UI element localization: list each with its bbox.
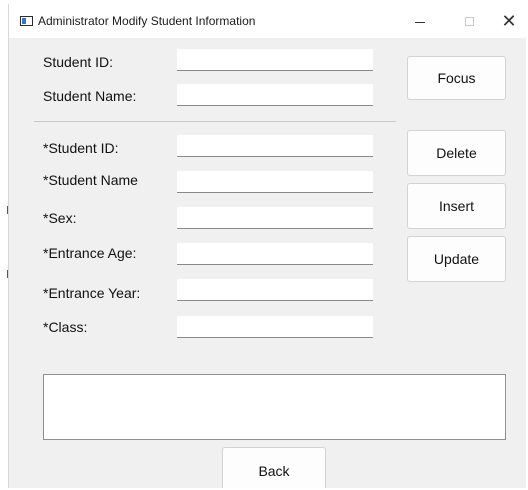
- entrance-age-label: *Entrance Age:: [43, 245, 137, 261]
- class-input[interactable]: [177, 316, 373, 338]
- minimize-icon: [415, 21, 425, 23]
- entrance-age-input[interactable]: [177, 243, 373, 265]
- maximize-button[interactable]: [454, 9, 484, 33]
- focus-button[interactable]: Focus: [407, 56, 506, 100]
- sex-label: *Sex:: [43, 210, 77, 226]
- close-button[interactable]: ✕: [494, 9, 524, 33]
- close-icon: ✕: [501, 10, 517, 31]
- edit-student-id-input[interactable]: [177, 135, 373, 157]
- minimize-button[interactable]: [405, 9, 435, 33]
- back-button[interactable]: Back: [222, 447, 326, 488]
- app-window: Administrator Modify Student Information…: [8, 4, 526, 488]
- edit-student-name-input[interactable]: [177, 171, 373, 193]
- sex-input[interactable]: [177, 207, 373, 229]
- app-window-icon: [20, 16, 33, 26]
- output-textarea[interactable]: [43, 374, 506, 440]
- search-student-id-label: Student ID:: [43, 54, 114, 70]
- search-student-name-input[interactable]: [177, 84, 373, 106]
- entrance-year-label: *Entrance Year:: [43, 285, 141, 301]
- insert-button[interactable]: Insert: [407, 183, 506, 229]
- update-button[interactable]: Update: [407, 236, 506, 282]
- edit-student-id-label: *Student ID:: [43, 140, 119, 156]
- window-title: Administrator Modify Student Information: [38, 14, 256, 28]
- search-student-id-input[interactable]: [177, 49, 373, 71]
- edit-student-name-label: *Student Name: [43, 172, 138, 188]
- delete-button[interactable]: Delete: [407, 130, 506, 176]
- section-divider: [34, 121, 396, 122]
- entrance-year-input[interactable]: [177, 279, 373, 301]
- maximize-icon: [464, 16, 474, 26]
- search-student-name-label: Student Name:: [43, 88, 137, 104]
- class-label: *Class:: [43, 319, 88, 335]
- title-bar[interactable]: Administrator Modify Student Information…: [9, 4, 526, 38]
